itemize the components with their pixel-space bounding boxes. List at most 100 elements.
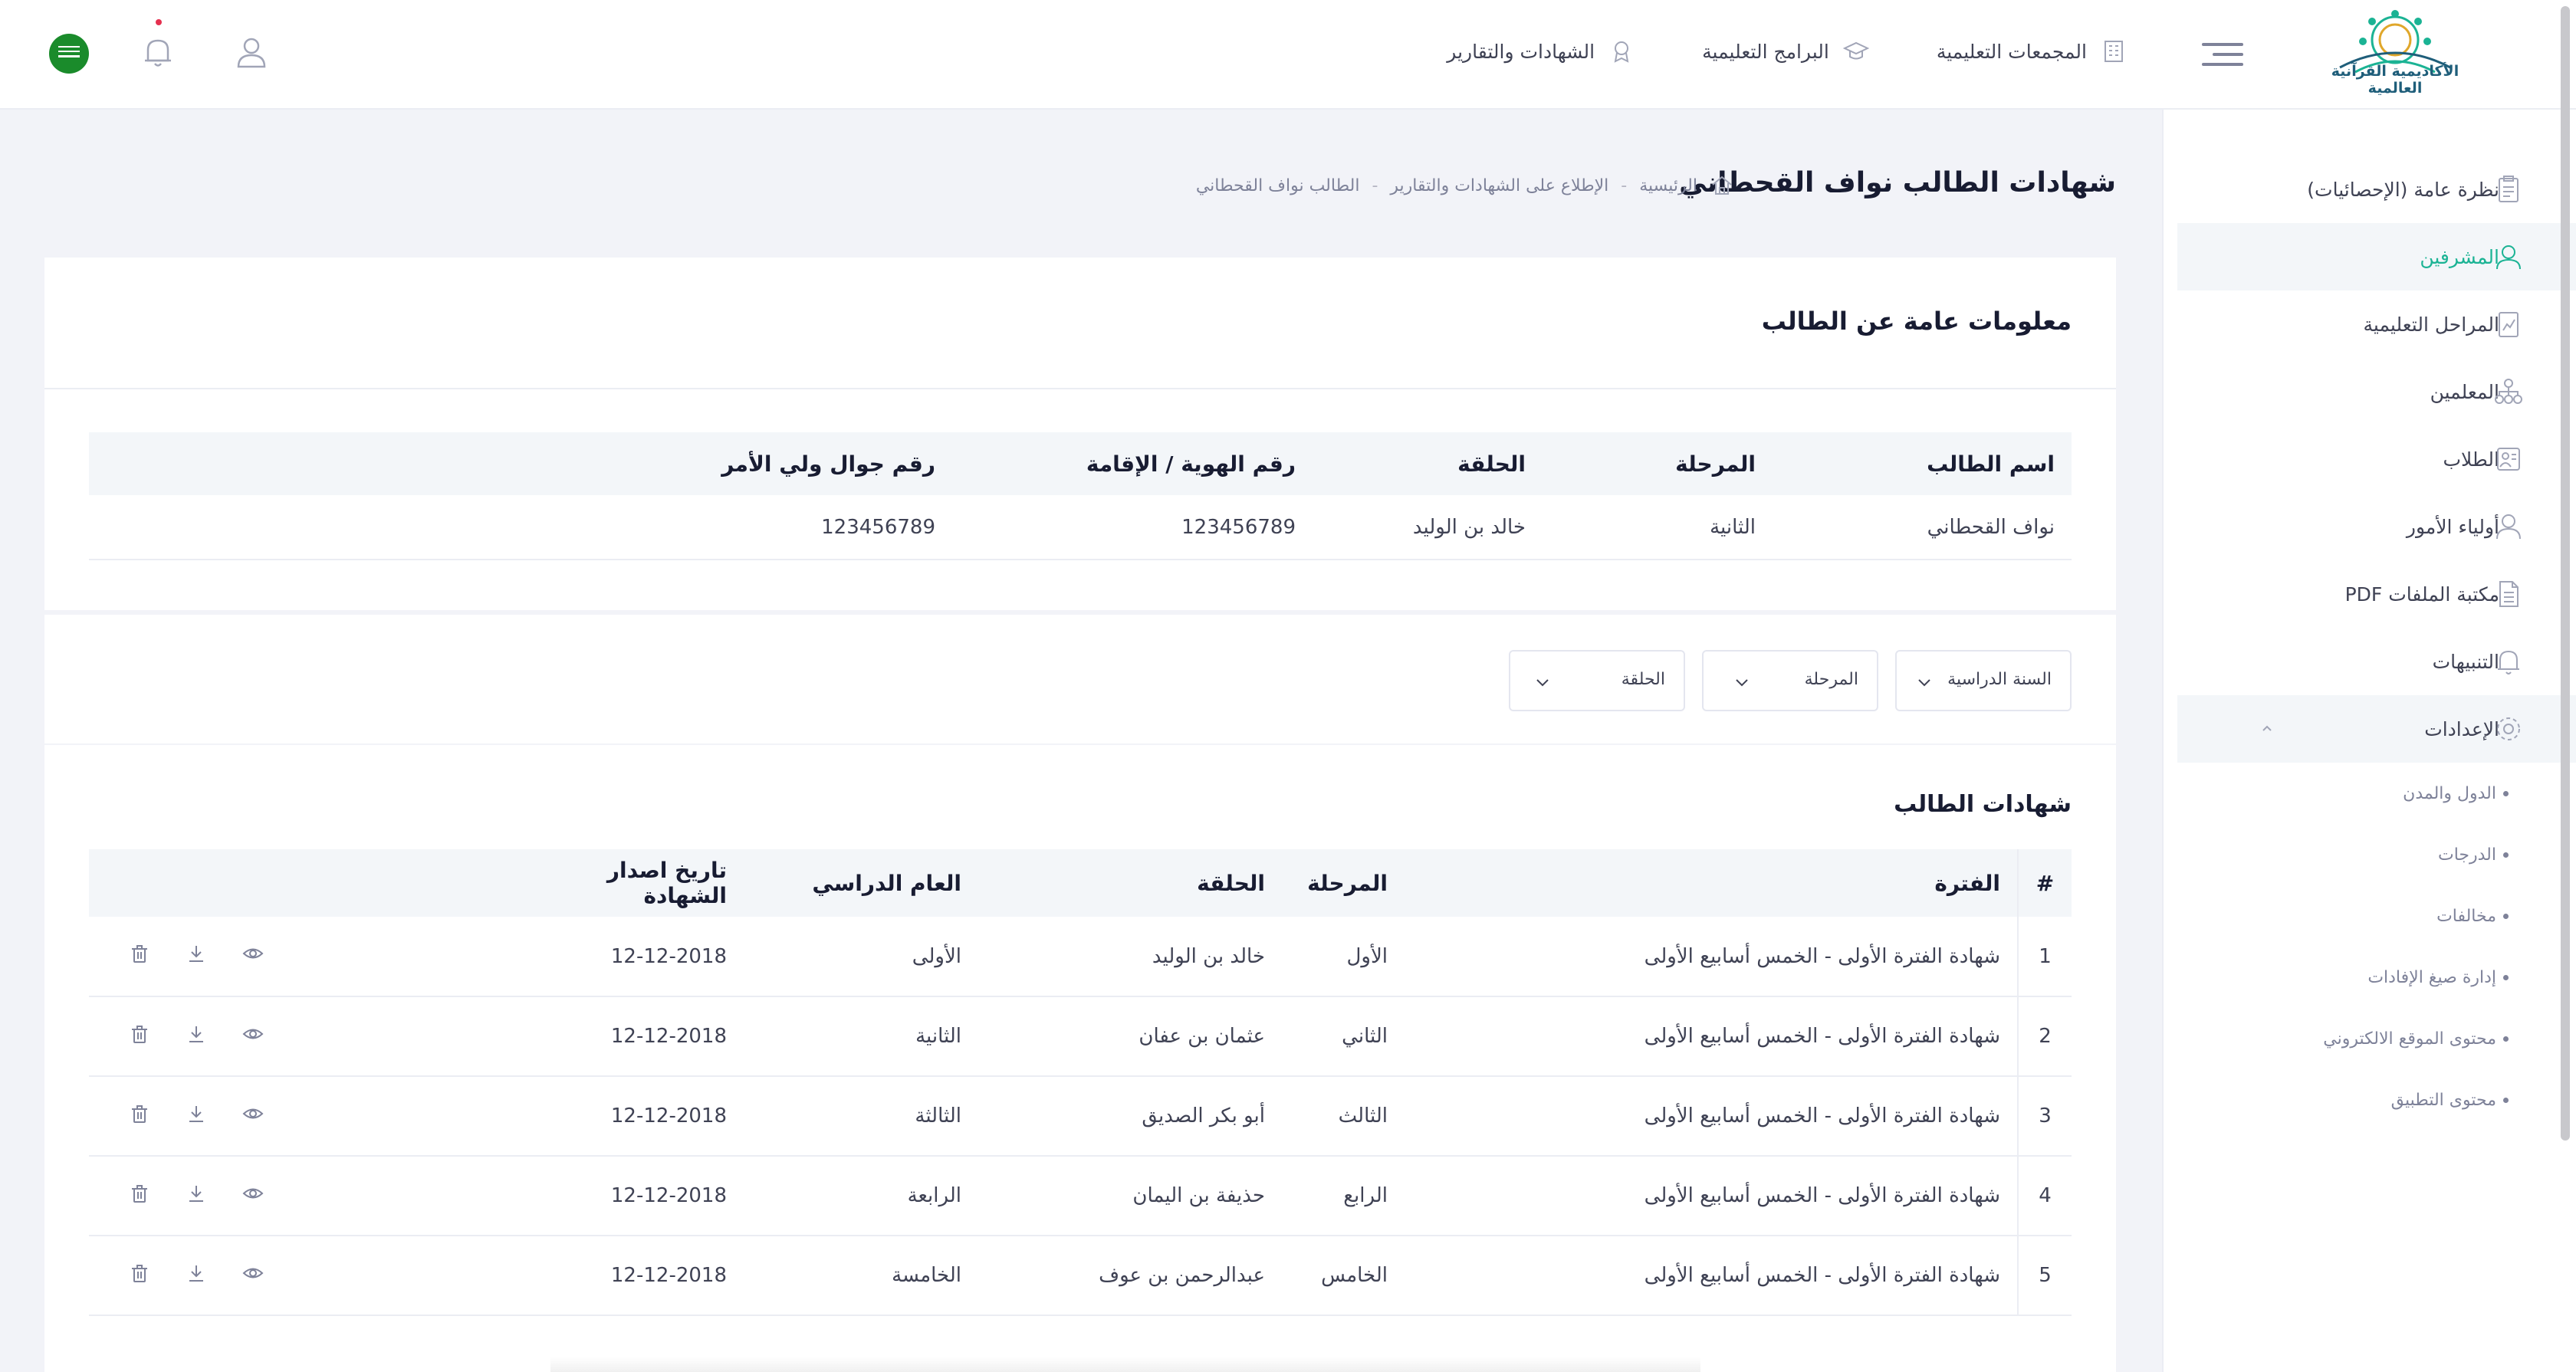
row-number-cell: 2 bbox=[2017, 996, 2072, 1077]
sidebar-item-pdf-library[interactable]: مكتبة الملفات PDF bbox=[2177, 560, 2576, 628]
sub-item-label: الدرجات bbox=[2437, 845, 2496, 865]
academic-year-cell: الأولى bbox=[744, 917, 978, 997]
certificates-card: شهادات الطالب # الفترة المرحلة الحلقة ال… bbox=[44, 745, 2116, 1372]
delete-button[interactable] bbox=[129, 1183, 150, 1210]
sidebar: نظرة عامة (الإحصائيات) المشرفين المراحل … bbox=[2162, 110, 2576, 1372]
sidebar-item-stages[interactable]: المراحل التعليمية bbox=[2177, 290, 2576, 358]
delete-button[interactable] bbox=[129, 943, 150, 970]
delete-button[interactable] bbox=[129, 1023, 150, 1050]
academic-year-select[interactable]: السنة الدراسية bbox=[1895, 650, 2072, 711]
view-button[interactable] bbox=[242, 1023, 264, 1050]
divider bbox=[44, 388, 2116, 389]
column-header: الحلقة bbox=[1313, 432, 1543, 495]
graduation-cap-icon bbox=[1842, 41, 1869, 60]
view-button[interactable] bbox=[242, 1262, 264, 1289]
notification-dot bbox=[156, 19, 162, 25]
issue-date-cell: 12-12-2018 bbox=[506, 1156, 744, 1236]
nav-educational-complexes[interactable]: المجمعات التعليمية bbox=[1937, 38, 2127, 64]
period-cell: شهادة الفترة الأولى - الخمس أسابيع الأول… bbox=[1405, 1236, 2018, 1316]
nav-label: المجمعات التعليمية bbox=[1936, 40, 2087, 63]
breadcrumb-certificates[interactable]: الإطلاع على الشهادات والتقارير bbox=[1390, 176, 1608, 195]
sidebar-item-label: المعلمين bbox=[2430, 380, 2499, 403]
academy-logo[interactable]: الأكاديمية القرآنية العالمية bbox=[2309, 8, 2481, 101]
nav-educational-programs[interactable]: البرامج التعليمية bbox=[1702, 38, 1869, 64]
filters-card: السنة الدراسية المرحلة الحلقة bbox=[44, 615, 2116, 743]
breadcrumb-home[interactable]: الرئيسية bbox=[1639, 176, 1697, 195]
issue-date-cell: 12-12-2018 bbox=[506, 917, 744, 997]
language-flag-button[interactable] bbox=[49, 34, 89, 74]
column-header: # bbox=[2017, 849, 2072, 917]
sidebar-item-teachers[interactable]: المعلمين bbox=[2177, 358, 2576, 425]
sidebar-item-students[interactable]: الطلاب bbox=[2177, 425, 2576, 493]
sidebar-item-alerts[interactable]: التنبيهات bbox=[2177, 628, 2576, 695]
stage-cell: الثانية bbox=[1543, 495, 1773, 560]
scrollbar-thumb[interactable] bbox=[2561, 6, 2570, 1141]
sub-item-countries-cities[interactable]: الدول والمدن bbox=[2177, 770, 2576, 816]
sub-item-grades[interactable]: الدرجات bbox=[2177, 832, 2576, 878]
user-profile-button[interactable] bbox=[234, 34, 269, 70]
circle-cell: حذيفة بن اليمان bbox=[978, 1156, 1282, 1236]
download-button[interactable] bbox=[186, 1103, 207, 1130]
sidebar-item-label: نظرة عامة (الإحصائيات) bbox=[2307, 178, 2499, 201]
table-header-row: اسم الطالب المرحلة الحلقة رقم الهوية / ا… bbox=[89, 432, 2072, 495]
student-info-table: اسم الطالب المرحلة الحلقة رقم الهوية / ا… bbox=[89, 432, 2072, 560]
select-label: السنة الدراسية bbox=[1947, 670, 2052, 689]
gear-icon bbox=[2497, 717, 2520, 740]
page-scrollbar[interactable] bbox=[2559, 0, 2571, 1372]
stage-select[interactable]: المرحلة bbox=[1702, 650, 1878, 711]
delete-button[interactable] bbox=[129, 1103, 150, 1130]
academic-year-cell: الخامسة bbox=[744, 1236, 978, 1316]
circle-cell: خالد بن الوليد bbox=[1313, 495, 1543, 560]
download-button[interactable] bbox=[186, 1023, 207, 1050]
sub-item-app-content[interactable]: محتوى التطبيق bbox=[2177, 1077, 2576, 1123]
page-title: شهادات الطالب نواف القحطاني bbox=[1679, 167, 2116, 199]
delete-button[interactable] bbox=[129, 1262, 150, 1289]
trash-icon bbox=[132, 1264, 147, 1282]
notifications-button[interactable] bbox=[140, 19, 176, 70]
sidebar-item-overview[interactable]: نظرة عامة (الإحصائيات) bbox=[2177, 156, 2576, 223]
sidebar-item-label: الطلاب bbox=[2443, 448, 2499, 471]
sub-item-statement-templates[interactable]: إدارة صيغ الإفادات bbox=[2177, 954, 2576, 1000]
info-card-title: معلومات عامة عن الطالب bbox=[1761, 307, 2072, 336]
eye-icon bbox=[242, 1188, 264, 1198]
column-header: العام الدراسي bbox=[744, 849, 978, 917]
sub-item-label: مخالفات bbox=[2436, 906, 2496, 926]
row-actions bbox=[106, 1262, 489, 1289]
download-button[interactable] bbox=[186, 943, 207, 970]
sub-item-label: محتوى التطبيق bbox=[2390, 1090, 2496, 1110]
student-info-card: معلومات عامة عن الطالب اسم الطالب المرحل… bbox=[44, 258, 2116, 610]
nav-certificates-reports[interactable]: الشهادات والتقارير bbox=[1447, 38, 1635, 64]
table-row: 5 شهادة الفترة الأولى - الخمس أسابيع الأو… bbox=[89, 1236, 2072, 1316]
menu-toggle-button[interactable] bbox=[2202, 43, 2243, 69]
trash-icon bbox=[132, 945, 147, 963]
bottom-shadow bbox=[550, 1357, 1700, 1372]
row-actions bbox=[106, 1183, 489, 1210]
select-label: المرحلة bbox=[1804, 670, 1858, 689]
circle-cell: أبو بكر الصديق bbox=[978, 1076, 1282, 1157]
column-header: تاريخ اصدار الشهادة bbox=[506, 849, 744, 917]
view-button[interactable] bbox=[242, 1103, 264, 1130]
certificates-title: شهادات الطالب bbox=[1894, 791, 2072, 818]
column-header: المرحلة bbox=[1543, 432, 1773, 495]
sub-item-violations[interactable]: مخالفات bbox=[2177, 893, 2576, 939]
download-button[interactable] bbox=[186, 1183, 207, 1210]
row-actions bbox=[106, 1103, 489, 1130]
bell-icon bbox=[145, 39, 171, 67]
row-number-cell: 3 bbox=[2017, 1076, 2072, 1157]
sidebar-item-supervisors[interactable]: المشرفين bbox=[2177, 223, 2576, 290]
view-button[interactable] bbox=[242, 1183, 264, 1210]
download-button[interactable] bbox=[186, 1262, 207, 1289]
actions-cell bbox=[89, 1076, 506, 1157]
home-icon[interactable] bbox=[1710, 173, 1734, 198]
issue-date-cell: 12-12-2018 bbox=[506, 1076, 744, 1157]
sidebar-item-parents[interactable]: أولياء الأمور bbox=[2177, 493, 2576, 560]
view-button[interactable] bbox=[242, 943, 264, 970]
select-label: الحلقة bbox=[1621, 670, 1665, 689]
students-icon bbox=[2497, 448, 2520, 471]
academic-year-cell: الثالثة bbox=[744, 1076, 978, 1157]
chevron-down-icon bbox=[1536, 679, 1549, 687]
sidebar-item-settings[interactable]: الإعدادات bbox=[2177, 695, 2576, 763]
circle-select[interactable]: الحلقة bbox=[1509, 650, 1685, 711]
period-cell: شهادة الفترة الأولى - الخمس أسابيع الأول… bbox=[1405, 1076, 2018, 1157]
sub-item-website-content[interactable]: محتوى الموقع الالكتروني bbox=[2177, 1016, 2576, 1062]
